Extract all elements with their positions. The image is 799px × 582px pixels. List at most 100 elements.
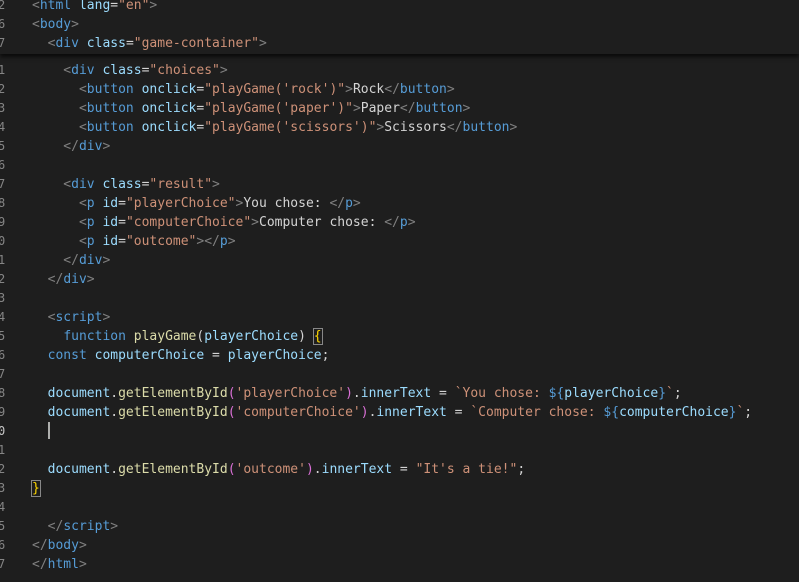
line-code: document.getElementById('computerChoice'… [32,403,752,422]
code-token: . [313,462,322,477]
code-token: ) [360,405,369,420]
code-line[interactable]: 9 <p id="computerChoice">Computer chose:… [0,213,799,232]
code-token: class [102,177,142,192]
code-line[interactable]: 5 </div> [0,137,799,156]
code-token: playerChoice [564,386,659,401]
line-code: <p id="computerChoice">Computer chose: <… [32,213,416,232]
code-token: < [32,234,87,249]
code-line[interactable]: 7 </html> [0,555,799,574]
code-token: > [102,253,111,268]
line-code: </div> [32,270,95,289]
code-line[interactable]: 2 <html lang="en"> [0,0,799,15]
line-code: <button onclick="playGame('scissors')">S… [32,118,517,137]
code-token: > [149,0,158,13]
code-line[interactable]: 7 <div class="result"> [0,175,799,194]
line-code: <div class="result"> [32,175,220,194]
code-token: html [47,557,79,572]
code-token: = [118,196,126,211]
code-line[interactable]: 0 <p id="outcome"></p> [0,232,799,251]
code-token: </ [32,139,79,154]
code-token: 'computerChoice' [235,405,361,420]
code-line[interactable]: 8 <p id="playerChoice">You chose: </p> [0,194,799,213]
code-token: 'outcome' [235,462,306,477]
code-line[interactable]: 0 [0,422,799,441]
code-token: div [71,177,95,192]
code-token: playerChoice [204,329,299,344]
code-line[interactable]: 1 <div class="choices"> [0,61,799,80]
line-number: 3 [0,481,6,495]
code-line[interactable]: 1 </div> [0,251,799,270]
code-token: id [102,196,119,211]
code-line[interactable]: 8 document.getElementById('playerChoice'… [0,384,799,403]
code-token: > [78,538,87,553]
code-line[interactable]: 4 [0,498,799,517]
line-number: 2 [0,462,6,476]
code-token: ; [744,405,753,420]
code-line[interactable]: 7 [0,365,799,384]
line-number: 7 [0,557,6,571]
code-line[interactable]: 6 const computerChoice = playerChoice; [0,346,799,365]
code-token: < [32,82,87,97]
line-number: 2 [0,82,6,96]
line-number: 6 [0,158,6,172]
code-token: </ [384,215,400,230]
code-token: > [110,519,119,534]
code-token: Computer chose: [259,215,385,230]
code-line[interactable]: 2 <button onclick="playGame('rock')">Roc… [0,80,799,99]
line-number: 2 [0,272,6,286]
code-line[interactable]: 3 [0,289,799,308]
code-line[interactable]: 9 document.getElementById('computerChoic… [0,403,799,422]
code-line[interactable]: 5 </script> [0,517,799,536]
code-token: . [110,405,119,420]
code-token: > [352,101,361,116]
code-line[interactable]: 4 <button onclick="playGame('scissors')"… [0,118,799,137]
code-token: </ [32,538,48,553]
code-line[interactable]: 6 [0,156,799,175]
code-lines[interactable]: 1 <div class="choices"> 2 <button onclick… [0,61,799,574]
code-token: script [55,310,103,325]
line-number: 5 [0,329,6,343]
code-line[interactable]: 2 document.getElementById('outcome').inn… [0,460,799,479]
code-token: html [39,0,72,13]
code-line[interactable]: 5 function playGame(playerChoice) { [0,327,799,346]
code-line[interactable]: 3} [0,479,799,498]
line-number: 9 [0,215,6,229]
code-line[interactable]: 6 <body> [0,15,799,34]
code-token: > [227,234,236,249]
sticky-lines: 2 <html lang="en"> 6 <body> 7 <div class="ga… [0,0,799,53]
code-line[interactable]: 2 </div> [0,270,799,289]
code-line[interactable]: 4 <script> [0,308,799,327]
code-token: } [31,480,41,497]
code-token: getElementById [118,386,228,401]
code-token: button [86,101,134,116]
line-number: 5 [0,139,6,153]
code-token: id [102,234,119,249]
code-token: > [102,310,111,325]
code-line[interactable]: 7 <div class="game-container"> [0,34,799,53]
code-token: ` [666,386,674,401]
code-token: button [462,120,510,135]
code-token: > [86,272,95,287]
code-token: button [86,82,134,97]
text-cursor [47,422,50,439]
code-token: Paper [360,101,400,116]
code-token: { [312,328,323,345]
code-token: < [32,310,56,325]
code-token: < [32,196,87,211]
code-token: innerText [321,462,393,477]
code-line[interactable]: 6 </body> [0,536,799,555]
code-token: = [118,234,126,249]
code-token: </ [32,557,48,572]
line-code: <div class="game-container"> [32,34,267,53]
code-token: p [86,215,95,230]
code-token: > [71,17,79,32]
code-line[interactable]: 3 <button onclick="playGame('paper')">Pa… [0,99,799,118]
sticky-scroll-header[interactable]: 2 <html lang="en"> 6 <body> 7 <div class="ga… [0,0,799,54]
code-editor[interactable]: 2 <html lang="en"> 6 <body> 7 <div class="ga… [0,0,799,582]
line-code: </div> [32,251,110,270]
code-line[interactable]: 1 [0,441,799,460]
